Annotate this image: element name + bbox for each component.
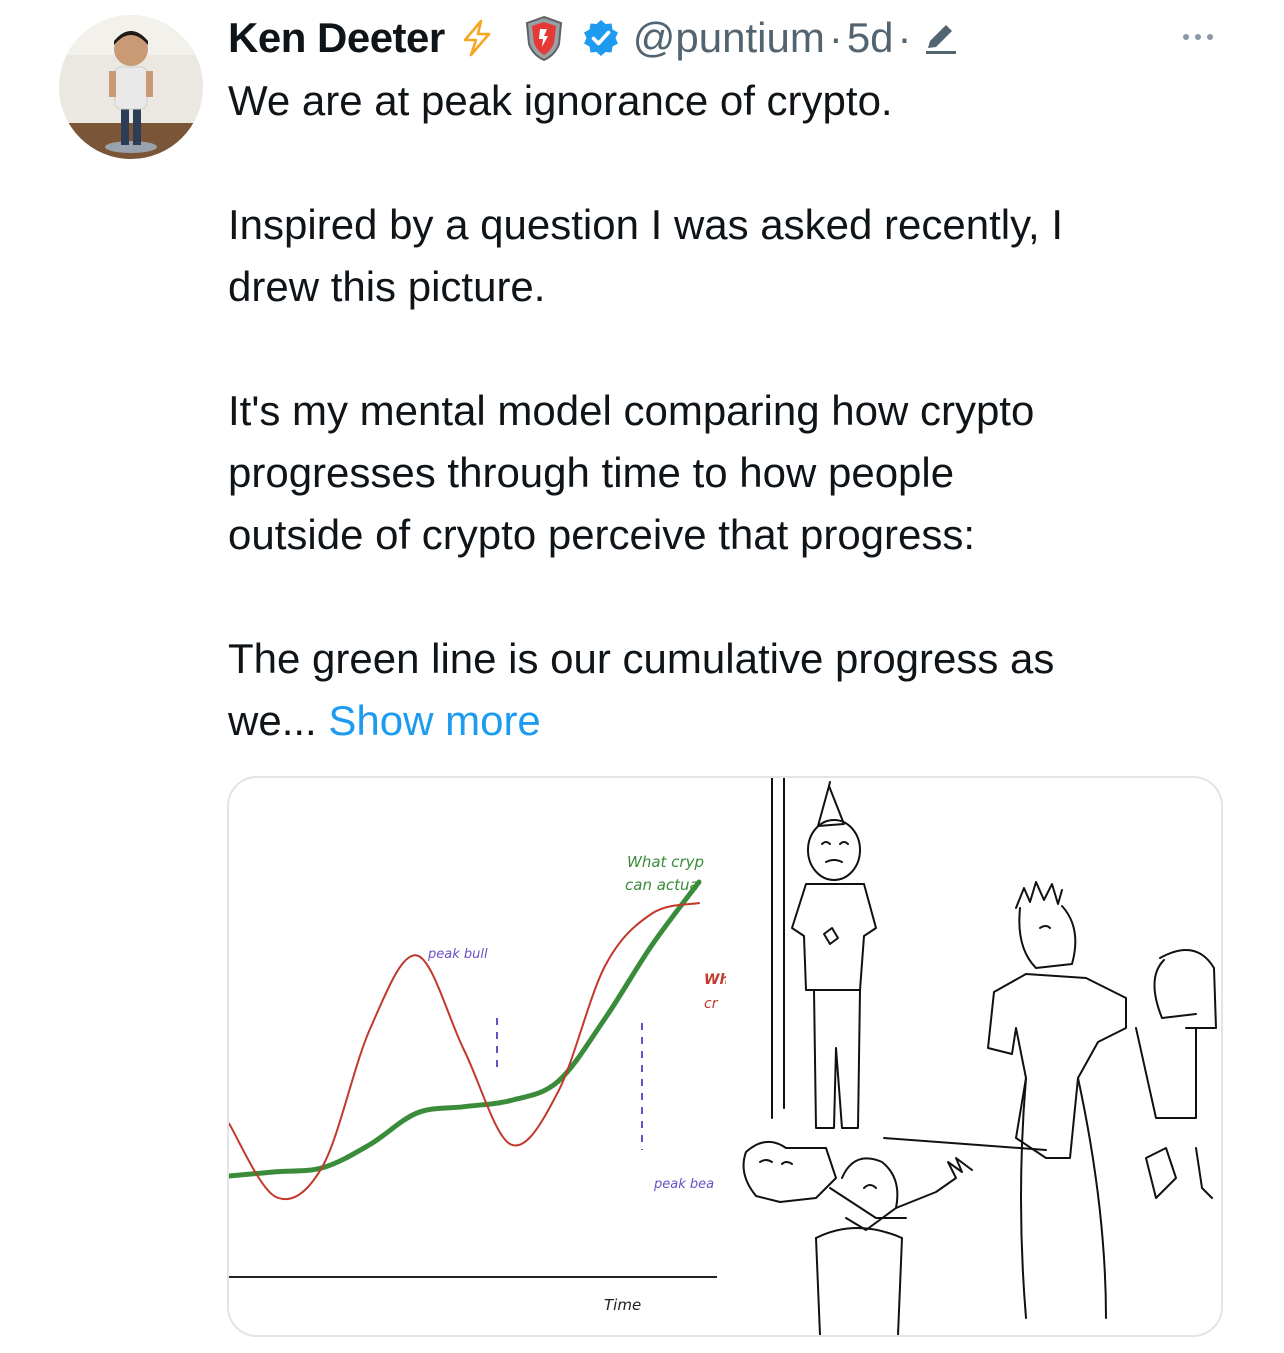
show-more-link[interactable]: Show more — [328, 697, 540, 744]
separator-dot: · — [828, 14, 843, 61]
author-name[interactable]: Ken Deeter — [228, 14, 445, 62]
separator-dot-2: · — [897, 14, 912, 61]
verified-badge-icon — [581, 18, 621, 58]
progress-chart: What cryp can actua Wh cr peak bull peak… — [229, 853, 729, 1314]
author-handle[interactable]: @puntium — [633, 14, 825, 62]
chart-image[interactable]: What cryp can actua Wh cr peak bull peak… — [229, 778, 729, 1335]
tweet-line: drew this picture. — [228, 263, 546, 310]
peak-bear-label: peak bea — [653, 1177, 714, 1192]
green-line-label-top: What cryp — [627, 853, 704, 871]
red-line-label-bottom: cr — [704, 996, 719, 1012]
tweet-text: We are at peak ignorance of crypto. Insp… — [228, 70, 1228, 752]
tweet-line-last: we... Show more — [228, 690, 1228, 752]
paragraph-break — [228, 566, 1228, 628]
green-progress-line — [229, 879, 702, 1179]
tweet-line: We are at peak ignorance of crypto. — [228, 77, 893, 124]
timestamp[interactable]: 5d — [847, 14, 894, 62]
tweet-line: The green line is our cumulative progres… — [228, 635, 1055, 682]
meme-image[interactable] — [726, 778, 1221, 1335]
avatar-image — [59, 15, 203, 159]
red-line-label-top: Wh — [704, 972, 726, 988]
tweet-header: Ken Deeter @puntium · 5d · — [228, 10, 1228, 66]
paragraph-break — [228, 318, 1228, 380]
more-options-icon[interactable] — [1172, 22, 1224, 52]
avatar[interactable] — [59, 15, 203, 159]
more-dot — [1195, 34, 1201, 40]
tweet-line: Inspired by a question I was asked recen… — [228, 201, 1063, 248]
more-dot — [1183, 34, 1189, 40]
peak-bull-label: peak bull — [427, 947, 488, 962]
edit-pencil-icon[interactable] — [920, 18, 960, 58]
shield-badge-icon[interactable] — [523, 14, 565, 62]
paragraph-break — [228, 132, 1228, 194]
tweet-line: It's my mental model comparing how crypt… — [228, 387, 1035, 434]
x-axis-label: Time — [604, 1296, 641, 1314]
tweet-line: progresses through time to how people — [228, 449, 955, 496]
green-line-label-bottom: can actua — [625, 876, 699, 894]
party-wojak-drawing — [742, 778, 1217, 1335]
truncated-text: we... — [228, 697, 317, 744]
lightning-icon — [457, 18, 497, 58]
tweet-line: outside of crypto perceive that progress… — [228, 511, 976, 558]
more-dot — [1207, 34, 1213, 40]
media-attachment[interactable]: What cryp can actua Wh cr peak bull peak… — [227, 776, 1223, 1337]
